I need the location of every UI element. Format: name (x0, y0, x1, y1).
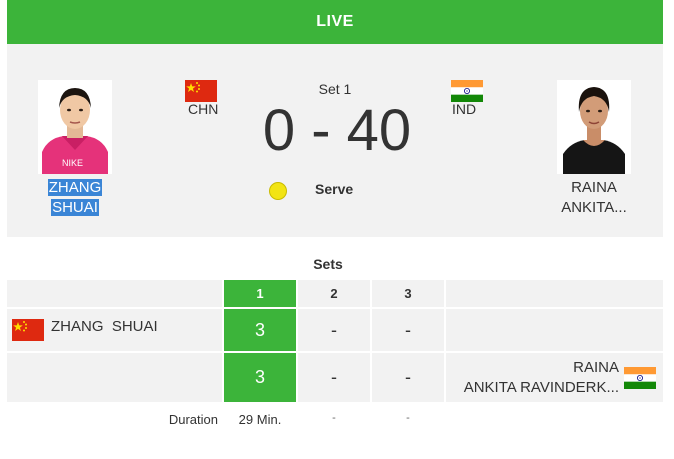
tennis-ball-icon (269, 182, 287, 200)
home-country-code: CHN (188, 101, 219, 117)
column-divider (296, 280, 298, 402)
duration-label: Duration (168, 412, 218, 427)
away-row-name: RAINA ANKITA RAVINDERK... (463, 359, 619, 396)
home-player-avatar: NIKE (38, 80, 112, 174)
set-column-2: 2 (330, 286, 338, 301)
scoreboard-panel: NIKE ZHANG SHUAI CHN Set 1 0 - 40 IND Se… (7, 44, 663, 237)
serve-label: Serve (315, 181, 354, 197)
home-row-name: ZHANG SHUAI (51, 318, 158, 335)
home-player-name[interactable]: ZHANG SHUAI (27, 178, 123, 218)
away-set-3-score: - (405, 367, 411, 387)
home-game-score: 0 (262, 98, 296, 163)
away-game-score: 40 (346, 98, 412, 163)
live-label: LIVE (316, 13, 354, 30)
svg-text:NIKE: NIKE (62, 158, 83, 168)
india-flag-icon (624, 367, 656, 389)
live-status-bar: LIVE (7, 0, 663, 44)
column-divider (370, 280, 372, 402)
set-2-duration: - (332, 412, 336, 424)
current-set-label: Set 1 (318, 81, 352, 97)
sets-table-title: Sets (313, 256, 343, 272)
column-divider (444, 280, 446, 402)
away-player-name[interactable]: RAINA ANKITA... (533, 178, 655, 218)
away-country-code: IND (452, 101, 477, 117)
away-set-1-score: 3 (224, 353, 296, 402)
away-player-avatar (557, 80, 631, 174)
india-flag-icon (451, 80, 483, 102)
away-set-2-score: - (331, 367, 337, 387)
china-flag-icon (12, 319, 44, 341)
set-1-duration: 29 Min. (238, 412, 282, 427)
column-divider (222, 280, 224, 402)
set-column-3: 3 (404, 286, 412, 301)
set-3-duration: - (406, 412, 410, 424)
home-set-1-score: 3 (224, 309, 296, 351)
score-separator: - (311, 98, 331, 163)
home-set-2-score: - (331, 319, 337, 340)
home-set-3-score: - (405, 319, 411, 340)
china-flag-icon (185, 80, 217, 102)
set-column-1: 1 (224, 280, 296, 307)
game-score: 0 - 40 (247, 96, 427, 166)
